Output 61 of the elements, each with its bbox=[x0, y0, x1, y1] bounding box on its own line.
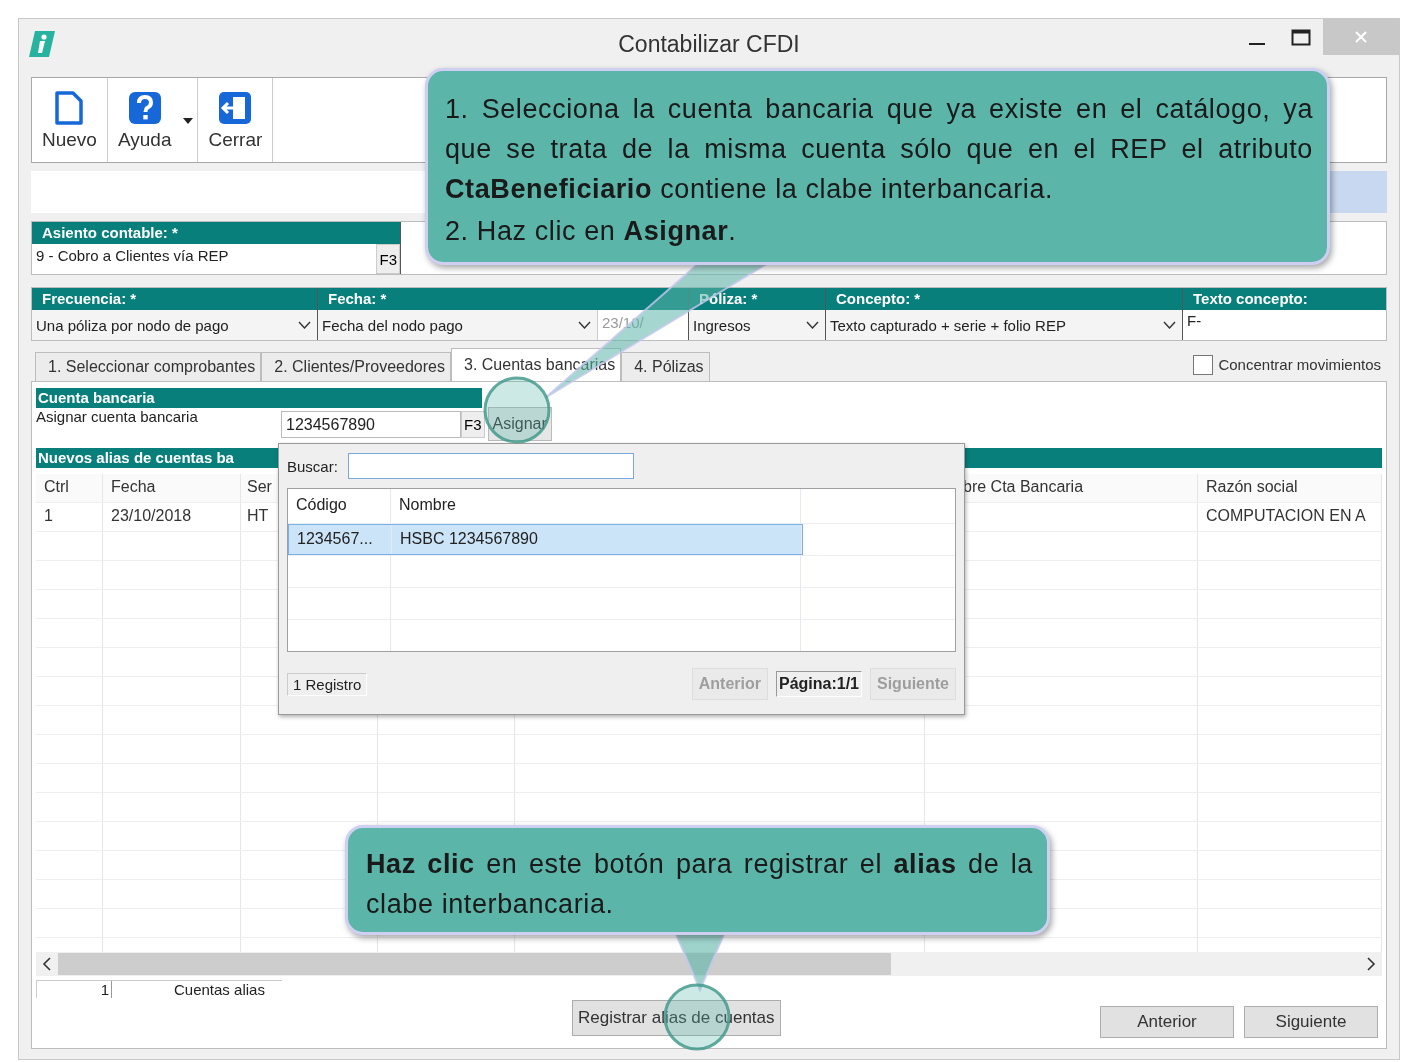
chevron-left-icon[interactable] bbox=[42, 957, 52, 971]
checkbox-label: Concentrar movimientos bbox=[1218, 356, 1381, 373]
column-header: Código bbox=[296, 496, 347, 513]
count-label: Cuentas alias bbox=[173, 981, 266, 998]
search-label: Buscar: bbox=[287, 457, 338, 475]
callout-text: Haz clic en este botón para registrar el alias de la clabe interbancaria. bbox=[366, 848, 1033, 921]
list-row[interactable]: 1234567... HSBC 1234567890 bbox=[288, 524, 803, 555]
minimize-icon bbox=[1249, 43, 1265, 45]
horizontal-scrollbar[interactable] bbox=[36, 952, 1382, 976]
chevron-down-icon bbox=[1163, 321, 1176, 329]
dropdown[interactable]: Fecha del nodo pago bbox=[318, 310, 597, 340]
tab[interactable]: 4. Pólizas bbox=[621, 352, 710, 381]
column-header: Fecha bbox=[111, 478, 156, 495]
dropdown[interactable]: Una póliza por nodo de pago bbox=[32, 310, 317, 340]
app-icon bbox=[27, 29, 57, 59]
exit-icon bbox=[217, 90, 254, 126]
field-label: Asiento contable: * bbox=[32, 222, 400, 244]
text-field[interactable]: F- bbox=[1183, 310, 1206, 340]
help-icon bbox=[126, 90, 163, 126]
tab[interactable]: 3. Cuentas bancarias bbox=[451, 348, 622, 381]
chevron-down-icon bbox=[806, 321, 819, 329]
dropdown[interactable]: Ingresos bbox=[689, 310, 825, 340]
table-cell: COMPUTACION EN A bbox=[1206, 507, 1366, 524]
column-header: Nombre bbox=[399, 496, 456, 513]
tab[interactable]: 1. Seleccionar comprobantes bbox=[35, 352, 262, 381]
column-header: Razón social bbox=[1206, 478, 1298, 495]
lookup-button[interactable]: F3 bbox=[376, 244, 400, 274]
section-title: Nuevos alias de cuentas ba bbox=[38, 449, 234, 466]
record-count: 1 Registro bbox=[287, 672, 368, 696]
field-label: Texto concepto: bbox=[1183, 288, 1386, 310]
record-count: 1 bbox=[36, 981, 112, 998]
table-cell: 23/10/2018 bbox=[111, 507, 192, 524]
lookup-button[interactable]: F3 bbox=[461, 410, 485, 438]
field-label: Asignar cuenta bancaria bbox=[36, 408, 199, 425]
dropdown[interactable]: Texto capturado + serie + folio REP bbox=[826, 310, 1182, 340]
toolbar-button[interactable]: Ayuda bbox=[107, 78, 199, 162]
table-cell: 1 bbox=[44, 507, 53, 524]
table-cell: HT bbox=[247, 507, 269, 524]
tab[interactable]: 2. Clientes/Proveedores bbox=[261, 352, 451, 381]
account-field[interactable]: 1234567890 bbox=[281, 410, 461, 438]
toolbar-button[interactable]: Nuevo bbox=[32, 78, 108, 162]
column-header: Ser bbox=[247, 478, 272, 495]
chevron-down-icon bbox=[578, 321, 591, 329]
nav-button[interactable]: Anterior bbox=[1100, 1006, 1234, 1038]
checkbox[interactable] bbox=[1193, 354, 1214, 375]
chevron-right-icon[interactable] bbox=[1366, 957, 1376, 971]
callout-text: 2. Haz clic en Asignar. bbox=[445, 215, 738, 248]
field-label: Concepto: * bbox=[826, 288, 1182, 310]
column-header: Ctrl bbox=[44, 478, 69, 495]
field-label: Frecuencia: * bbox=[32, 288, 317, 310]
page-indicator: Página:1/1 bbox=[775, 671, 862, 697]
nav-button[interactable]: Siguiente bbox=[1244, 1006, 1378, 1038]
chevron-down-icon bbox=[298, 321, 311, 329]
search-field[interactable] bbox=[347, 453, 634, 479]
section-header: Cuenta bancaria bbox=[36, 388, 482, 408]
field-label: Fecha: * bbox=[318, 288, 688, 310]
entry-field[interactable]: 9 - Cobro a Clientes vía REP bbox=[32, 244, 377, 274]
callout-text: 1. Selecciona la cuenta bancaria que ya existe en el catálogo, ya que se trata de la misma cuenta sólo que en el REP el atributo CtaBeneficiario contiene la clabe interbancaria. bbox=[445, 93, 1313, 206]
toolbar-button[interactable]: Cerrar bbox=[198, 78, 274, 162]
window-title: Contabilizar CFDI bbox=[618, 30, 800, 58]
maximize-icon bbox=[1291, 28, 1311, 48]
